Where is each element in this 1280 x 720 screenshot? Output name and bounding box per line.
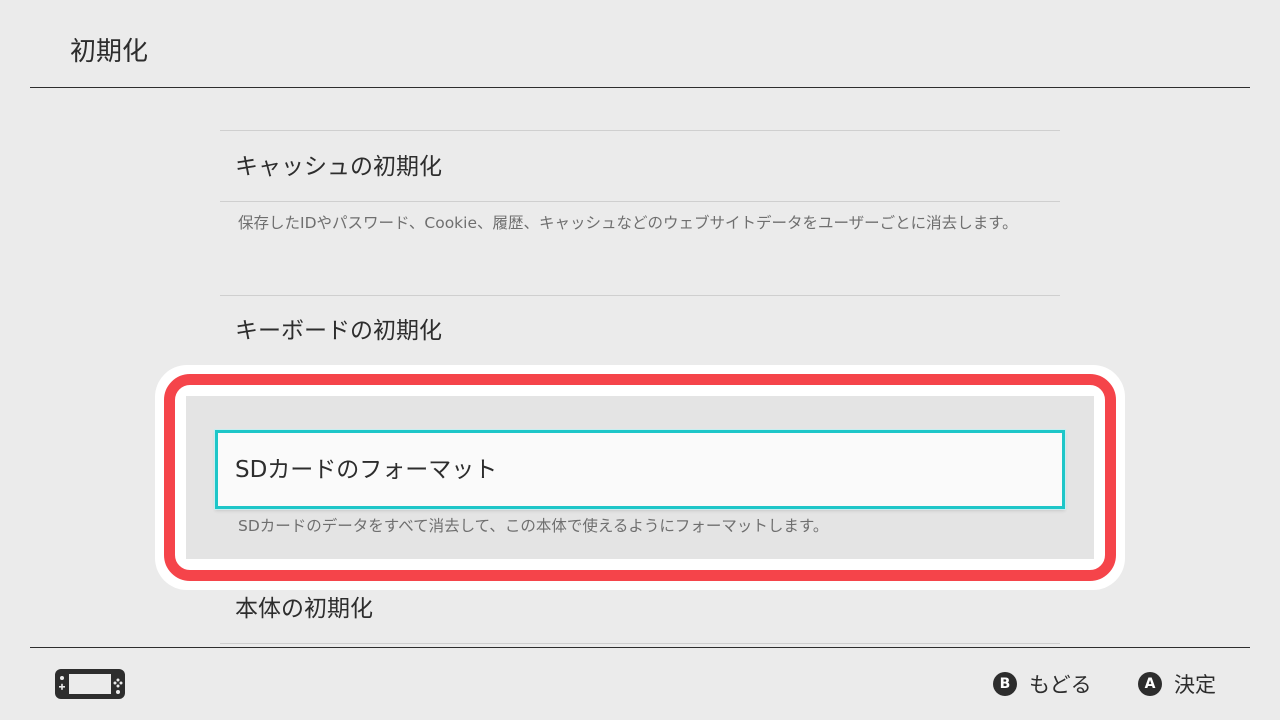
- menu-item-format-sd-card-description: SDカードのデータをすべて消去して、この本体で使えるようにフォーマットします。: [238, 517, 829, 535]
- footer-divider: [30, 647, 1250, 648]
- handheld-console-icon: [54, 667, 126, 701]
- back-button-label: もどる: [1029, 673, 1092, 697]
- page-title: 初期化: [70, 37, 149, 67]
- a-button-icon: A: [1138, 672, 1162, 696]
- b-button-icon: B: [993, 672, 1017, 696]
- list-divider: [220, 130, 1060, 131]
- menu-item-clear-cache-description: 保存したIDやパスワード、Cookie、履歴、キャッシュなどのウェブサイトデータ…: [238, 214, 1018, 232]
- menu-item-format-sd-card-label: SDカードのフォーマット: [235, 457, 498, 483]
- list-divider: [220, 201, 1060, 202]
- menu-item-reset-keyboard[interactable]: キーボードの初期化: [235, 316, 442, 346]
- confirm-button[interactable]: A 決定: [1138, 668, 1216, 700]
- menu-item-format-sd-card[interactable]: SDカードのフォーマット: [215, 430, 1065, 509]
- confirm-button-label: 決定: [1174, 673, 1216, 697]
- header-divider: [30, 87, 1250, 88]
- back-button[interactable]: B もどる: [993, 668, 1092, 700]
- scrollbar[interactable]: [1262, 91, 1268, 551]
- menu-item-initialize-console[interactable]: 本体の初期化: [235, 594, 373, 624]
- list-divider: [220, 295, 1060, 296]
- settings-screen: 初期化 キャッシュの初期化 保存したIDやパスワード、Cookie、履歴、キャッ…: [0, 0, 1280, 720]
- menu-item-clear-cache[interactable]: キャッシュの初期化: [235, 152, 442, 182]
- list-divider: [220, 643, 1060, 644]
